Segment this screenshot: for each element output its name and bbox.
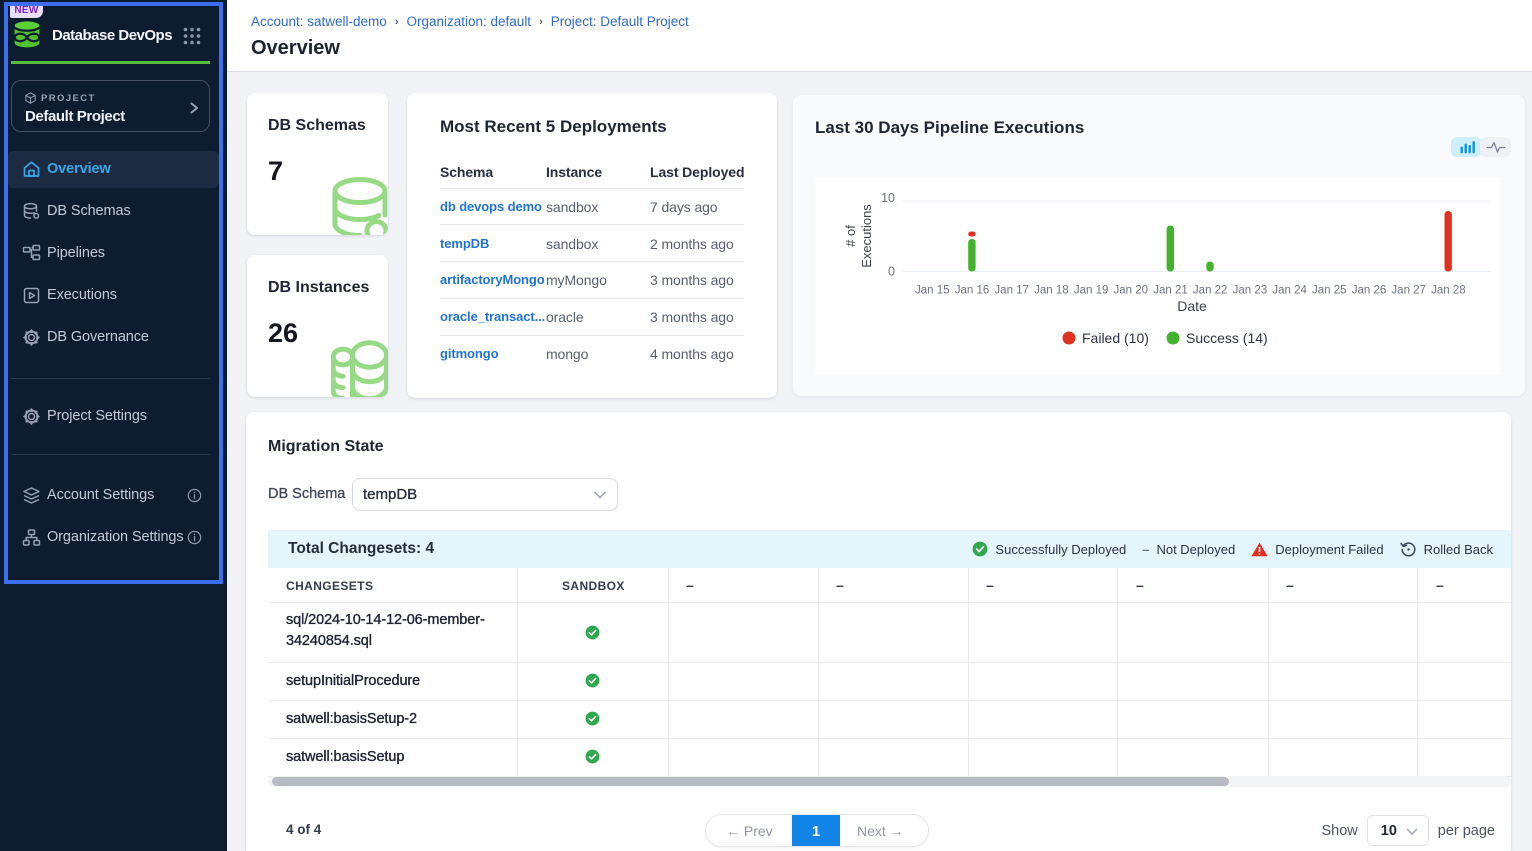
svg-text:Jan 28: Jan 28: [1431, 285, 1466, 297]
svg-text:Jan 17: Jan 17: [994, 285, 1029, 297]
svg-text:Jan 27: Jan 27: [1391, 285, 1426, 297]
svg-text:Jan 25: Jan 25: [1312, 285, 1347, 297]
svg-text:Jan 26: Jan 26: [1352, 285, 1387, 297]
svg-text:Jan 20: Jan 20: [1114, 285, 1149, 297]
svg-text:Jan 24: Jan 24: [1272, 285, 1307, 297]
svg-text:Date: Date: [1177, 298, 1207, 314]
svg-text:Jan 16: Jan 16: [955, 285, 990, 297]
svg-text:Executions: Executions: [859, 204, 874, 268]
svg-text:Jan 15: Jan 15: [915, 285, 950, 297]
svg-text:Jan 21: Jan 21: [1153, 285, 1188, 297]
svg-text:Jan 22: Jan 22: [1193, 285, 1228, 297]
svg-text:Jan 19: Jan 19: [1074, 285, 1109, 297]
svg-text:Jan 18: Jan 18: [1034, 285, 1069, 297]
svg-text:0: 0: [888, 265, 895, 279]
svg-text:# of: # of: [843, 225, 858, 247]
svg-text:10: 10: [881, 191, 895, 205]
svg-text:Success (14): Success (14): [1186, 330, 1268, 346]
svg-text:Jan 23: Jan 23: [1233, 285, 1268, 297]
svg-text:Failed (10): Failed (10): [1082, 330, 1149, 346]
